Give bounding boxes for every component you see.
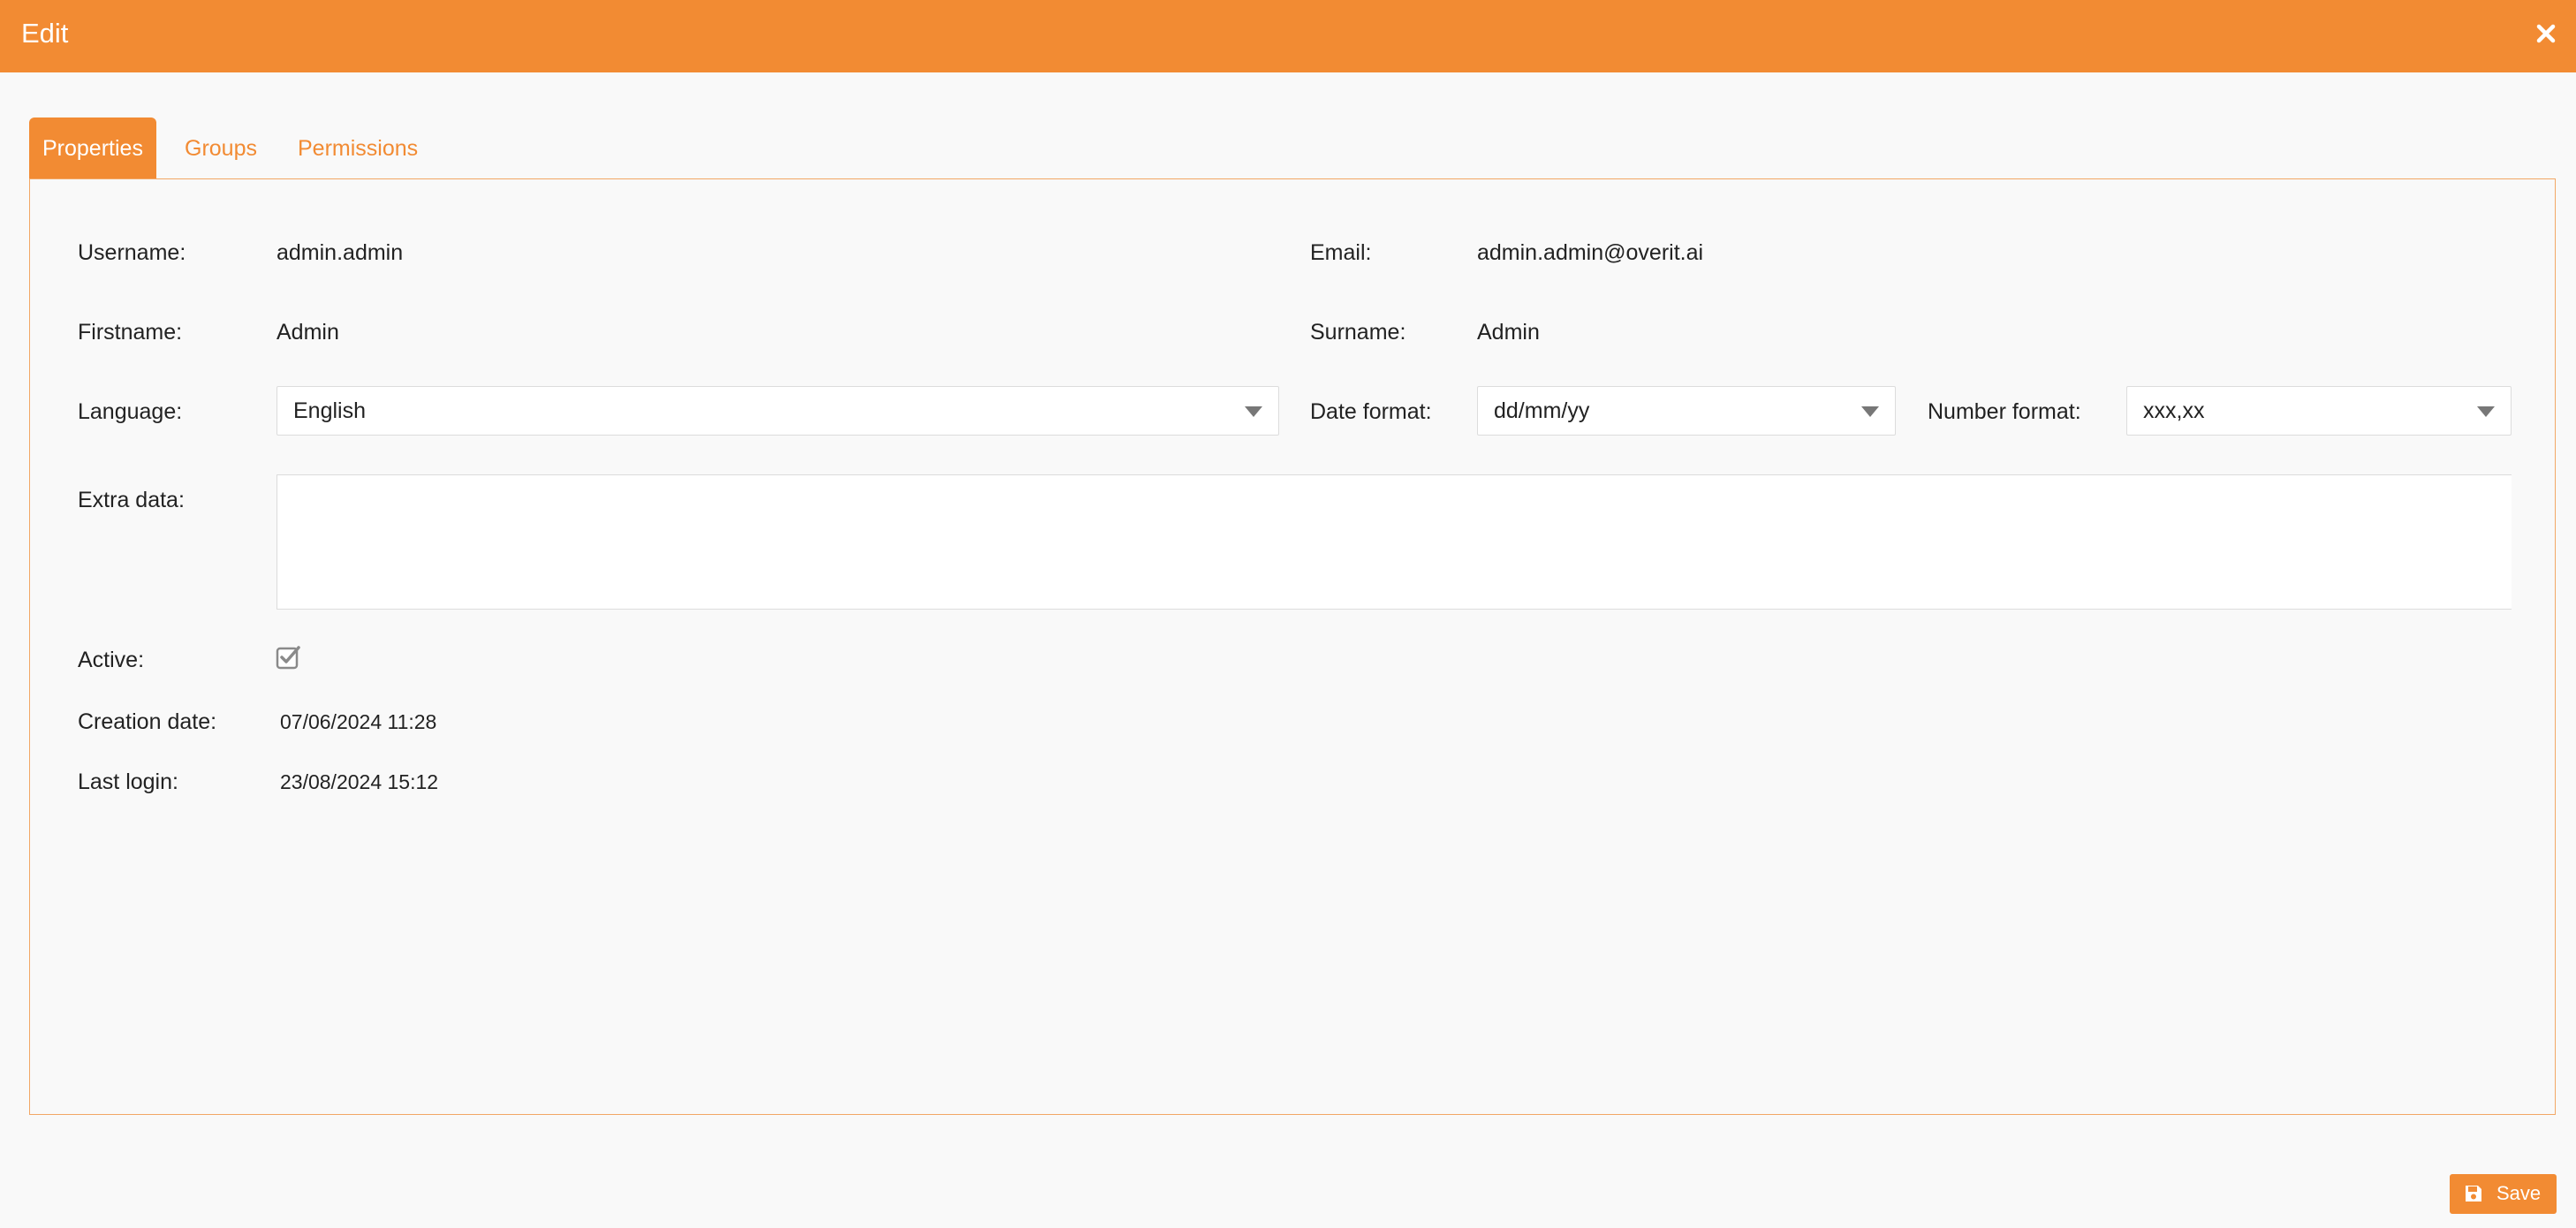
surname-label: Surname: [1310,320,1406,345]
tab-permissions[interactable]: Permissions [298,117,418,179]
creation-date-value: 07/06/2024 11:28 [280,710,437,733]
number-format-selected-value: xxx,xx [2143,398,2205,423]
date-format-label: Date format: [1310,399,1432,424]
creation-date-label: Creation date: [78,709,217,734]
language-label: Language: [78,399,183,424]
number-format-select[interactable]: xxx,xx [2126,386,2512,436]
save-label: Save [2496,1182,2542,1204]
email-value: admin.admin@overit.ai [1477,240,1704,265]
extra-data-textarea[interactable] [277,474,2512,610]
date-format-select[interactable]: dd/mm/yy [1477,386,1896,436]
properties-panel: Username: admin.admin Email: admin.admin… [29,178,2556,1115]
active-label: Active: [78,648,145,672]
last-login-value: 23/08/2024 15:12 [280,770,439,793]
email-label: Email: [1310,240,1372,265]
dialog-header: Edit [0,0,2576,72]
last-login-label: Last login: [78,769,178,794]
floppy-disk-icon [2466,1186,2481,1201]
tab-groups[interactable]: Groups [185,117,257,179]
chevron-down-icon [1245,406,1262,417]
close-icon [2536,24,2556,43]
firstname-label: Firstname: [78,320,183,345]
close-button[interactable] [2530,18,2562,49]
username-label: Username: [78,240,186,265]
language-select[interactable]: English [277,386,1279,436]
date-format-selected-value: dd/mm/yy [1494,398,1590,423]
chevron-down-icon [2477,406,2495,417]
active-checkbox[interactable] [276,644,302,671]
tab-properties[interactable]: Properties [29,117,156,179]
dialog-title: Edit [21,18,69,49]
extra-data-label: Extra data: [78,488,185,512]
username-value: admin.admin [277,240,404,265]
language-selected-value: English [293,398,366,423]
chevron-down-icon [1861,406,1879,417]
checkbox-checked-icon [276,646,300,670]
save-button[interactable]: Save [2450,1174,2557,1214]
number-format-label: Number format: [1928,399,2081,424]
firstname-value: Admin [277,320,339,345]
surname-value: Admin [1477,320,1540,345]
